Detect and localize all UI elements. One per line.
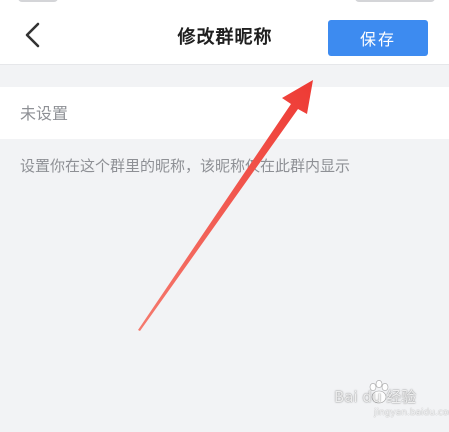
status-right-glyph bbox=[355, 0, 435, 2]
chevron-left-icon bbox=[25, 22, 40, 48]
status-left-glyph bbox=[18, 0, 58, 2]
save-button[interactable]: 保存 bbox=[328, 20, 428, 56]
section-gap bbox=[0, 65, 449, 87]
navigation-bar: 修改群昵称 保存 bbox=[0, 6, 449, 65]
nickname-input[interactable] bbox=[20, 101, 420, 125]
watermark-subtext: jingyan.baidu.com bbox=[374, 408, 449, 418]
back-button[interactable] bbox=[14, 18, 54, 54]
page-title: 修改群昵称 bbox=[177, 27, 273, 48]
baidu-jingyan-watermark: Bai du 经验 jingyan.baidu.com bbox=[334, 378, 449, 426]
watermark-text: Bai du 经验 bbox=[334, 388, 417, 406]
nickname-row bbox=[0, 87, 449, 139]
nickname-hint: 设置你在这个群里的昵称，该昵称仅在此群内显示 bbox=[20, 157, 351, 175]
